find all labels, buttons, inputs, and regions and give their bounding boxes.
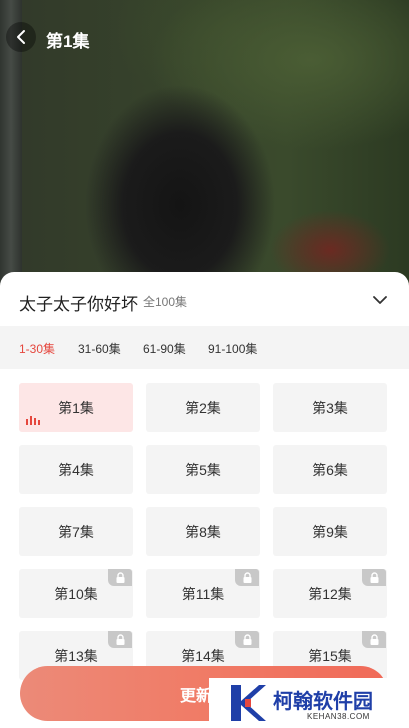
episode-tile[interactable]: 第9集 (273, 507, 387, 556)
range-tab-1-30[interactable]: 1-30集 (19, 340, 55, 357)
episode-tile[interactable]: 第3集 (273, 383, 387, 432)
range-tab-61-90[interactable]: 61-90集 (143, 340, 186, 357)
episode-tile[interactable]: 第8集 (146, 507, 260, 556)
episode-tile[interactable]: 第10集 (19, 569, 133, 618)
episode-tile[interactable]: 第12集 (273, 569, 387, 618)
episode-label: 第15集 (308, 647, 352, 664)
episode-label: 第5集 (185, 461, 221, 478)
episode-label: 第3集 (312, 399, 348, 416)
back-button[interactable] (6, 22, 36, 52)
episode-label: 第14集 (181, 647, 225, 664)
episode-label: 第8集 (185, 523, 221, 540)
episode-tile[interactable]: 第4集 (19, 445, 133, 494)
kehan-logo-icon (231, 685, 266, 721)
episode-tile[interactable]: 第2集 (146, 383, 260, 432)
watermark-name: 柯翰软件园 (273, 691, 373, 713)
chevron-down-icon[interactable] (372, 294, 388, 306)
watermark-url: KEHAN38.COM (307, 712, 370, 721)
episode-label: 第6集 (312, 461, 348, 478)
episode-title: 第1集 (46, 32, 90, 51)
episode-tile[interactable]: 第7集 (19, 507, 133, 556)
lock-icon (235, 631, 259, 648)
episode-tile[interactable]: 第1集 (19, 383, 133, 432)
episode-sheet: 太子太子你好坏 全100集 1-30集 31-60集 61-90集 91-100… (0, 272, 409, 728)
episode-label: 第2集 (185, 399, 221, 416)
episode-label: 第12集 (308, 585, 352, 602)
range-tabs: 1-30集 31-60集 61-90集 91-100集 (0, 326, 409, 369)
episode-count: 全100集 (143, 295, 188, 309)
lock-icon (235, 569, 259, 586)
lock-icon (362, 631, 386, 648)
playing-icon (26, 412, 40, 428)
lock-icon (108, 569, 132, 586)
drama-title: 太子太子你好坏 (19, 295, 138, 314)
range-tab-91-100[interactable]: 91-100集 (208, 340, 257, 357)
episode-label: 第7集 (58, 523, 94, 540)
episode-tile[interactable]: 第6集 (273, 445, 387, 494)
episode-label: 第9集 (312, 523, 348, 540)
episode-label: 第4集 (58, 461, 94, 478)
lock-icon (108, 631, 132, 648)
watermark: 柯翰软件园 KEHAN38.COM (209, 678, 409, 728)
episode-label: 第11集 (181, 585, 225, 602)
episode-label: 第13集 (54, 647, 98, 664)
range-tab-31-60[interactable]: 31-60集 (78, 340, 121, 357)
episode-tile[interactable]: 第11集 (146, 569, 260, 618)
episode-label: 第1集 (58, 399, 94, 416)
episode-label: 第10集 (54, 585, 98, 602)
chevron-left-icon (17, 30, 25, 44)
episode-tile[interactable]: 第5集 (146, 445, 260, 494)
lock-icon (362, 569, 386, 586)
